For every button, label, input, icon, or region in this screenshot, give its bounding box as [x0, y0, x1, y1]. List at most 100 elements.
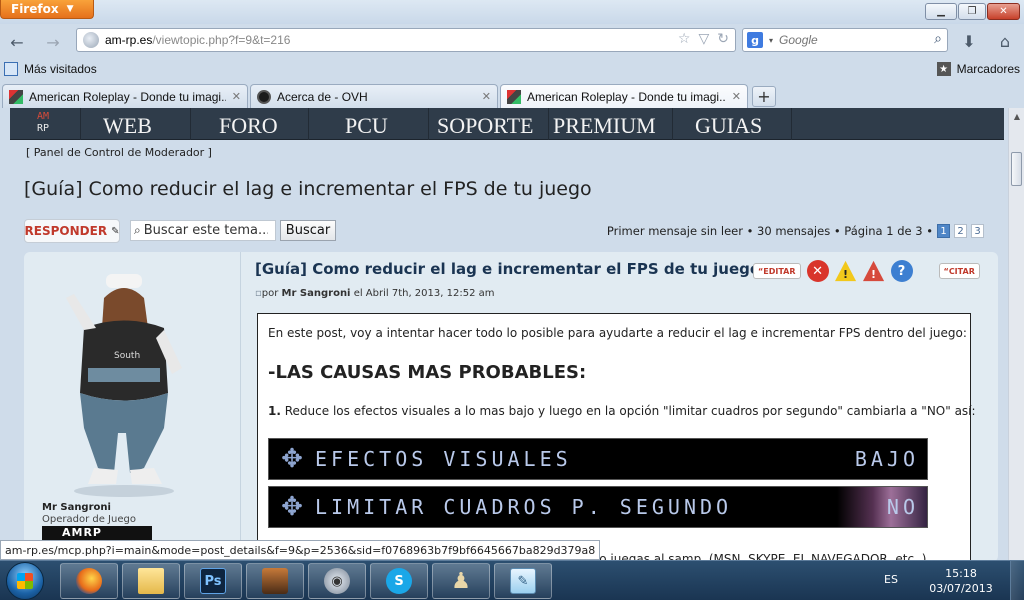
forward-button[interactable]: →	[42, 31, 64, 53]
reload-icon[interactable]: ↻	[717, 31, 729, 47]
page-3-link[interactable]: 3	[971, 224, 984, 238]
taskbar-photoshop[interactable]: Ps	[184, 563, 242, 599]
forum-post: South Mr Sangroni Operador de Juego AMRP…	[24, 252, 998, 560]
author-name[interactable]: Mr Sangroni	[42, 502, 111, 513]
status-url-tooltip: am-rp.es/mcp.php?i=main&mode=post_detail…	[0, 540, 601, 560]
page-title[interactable]: [Guía] Como reducir el lag e incrementar…	[24, 178, 592, 200]
taskbar-teamspeak[interactable]: ◉	[308, 563, 366, 599]
vertical-scrollbar[interactable]: ▲	[1008, 108, 1024, 560]
taskbar-firefox[interactable]	[60, 563, 118, 599]
moderator-panel-link[interactable]: [ Panel de Control de Moderador ]	[26, 146, 212, 159]
taskbar-skype[interactable]: S	[370, 563, 428, 599]
byline-author[interactable]: Mr Sangroni	[282, 288, 351, 299]
tab-amrp-2[interactable]: American Roleplay - Donde tu imagi... ✕	[500, 84, 748, 108]
post-intro: En este post, voy a intentar hacer todo …	[268, 326, 967, 340]
start-button[interactable]	[6, 562, 44, 600]
site-nav-guias[interactable]: GUIAS	[672, 108, 792, 140]
visual-effects-banner: ✥ EFECTOS VISUALES BAJO	[268, 438, 928, 480]
teamspeak-icon: ◉	[324, 568, 350, 594]
clock-time: 15:18	[945, 567, 977, 580]
bookmarks-toolbar: Más visitados ★ Marcadores	[0, 58, 1024, 82]
topic-search-box[interactable]: ⌕	[130, 220, 276, 241]
language-indicator[interactable]: ES	[884, 573, 898, 586]
pagination: Primer mensaje sin leer • 30 mensajes • …	[607, 224, 984, 238]
downloads-icon[interactable]: ⬇	[958, 30, 980, 52]
back-button[interactable]: ←	[6, 31, 28, 53]
most-visited-bookmark[interactable]: Más visitados	[4, 62, 97, 76]
chevron-down-icon[interactable]: ▾	[769, 36, 773, 45]
amrp-logo[interactable]: AM RP	[28, 111, 58, 137]
search-input[interactable]	[779, 33, 925, 47]
page-viewport: AM RP WEB FORO PCU SOPORTE PREMIUM GUIAS…	[0, 108, 1024, 560]
address-bar[interactable]: am-rp.es/viewtopic.php?f=9&t=216 ☆ ▽ ↻	[76, 28, 736, 52]
tab-amrp-1[interactable]: American Roleplay - Donde tu imagi... ✕	[2, 84, 248, 108]
photoshop-icon: Ps	[200, 568, 226, 594]
user-avatar[interactable]: South	[44, 258, 204, 498]
clock-date: 03/07/2013	[929, 582, 993, 595]
minimize-button[interactable]: ▁	[925, 3, 957, 20]
scrollbar-thumb[interactable]	[1011, 152, 1022, 186]
bookmarks-menu[interactable]: ★ Marcadores	[936, 62, 1020, 76]
taskbar-explorer[interactable]	[122, 563, 180, 599]
reply-button[interactable]: RESPONDER ✎	[24, 219, 120, 243]
close-tab-icon[interactable]: ✕	[732, 90, 741, 103]
home-icon[interactable]: ⌂	[994, 30, 1016, 52]
amrp-favicon	[507, 89, 521, 104]
report-icon[interactable]: !	[862, 260, 885, 282]
page-1-link[interactable]: 1	[937, 224, 950, 238]
post-content: En este post, voy a intentar hacer todo …	[257, 313, 976, 560]
windows-taskbar: Ps ◉ S ♟ ✎ ES 15:18 03/07/2013	[0, 560, 1024, 600]
game-icon	[262, 568, 288, 594]
pencil-icon: ✎	[111, 225, 120, 237]
bookmark-star-icon[interactable]: ☆	[678, 31, 691, 47]
page-2-link[interactable]: 2	[954, 224, 967, 238]
chess-icon: ♟	[451, 568, 471, 594]
rank-badge: AMRP	[42, 526, 152, 540]
site-navbar: AM RP WEB FORO PCU SOPORTE PREMIUM GUIAS	[10, 108, 1004, 140]
google-icon[interactable]: g	[747, 32, 763, 48]
search-icon: ⌕	[134, 223, 141, 237]
new-tab-button[interactable]: +	[752, 86, 776, 107]
site-nav-web[interactable]: WEB	[80, 108, 190, 140]
show-desktop-button[interactable]	[1010, 561, 1024, 600]
bookmarks-icon: ★	[936, 62, 951, 76]
tab-ovh[interactable]: Acerca de - OVH ✕	[250, 84, 498, 108]
taskbar-notepad[interactable]: ✎	[494, 563, 552, 599]
site-nav-foro[interactable]: FORO	[190, 108, 308, 140]
site-identity-icon[interactable]	[83, 32, 99, 48]
search-icon[interactable]: ⌕	[934, 31, 942, 47]
search-button[interactable]: Buscar	[280, 220, 336, 241]
site-nav-premium[interactable]: PREMIUM	[548, 108, 672, 140]
search-bar[interactable]: g ▾ ⌕	[742, 28, 948, 52]
author-rank: Operador de Juego	[42, 514, 136, 525]
restore-button[interactable]: ❐	[958, 3, 986, 20]
windows-logo-icon	[17, 573, 33, 589]
close-tab-icon[interactable]: ✕	[482, 90, 491, 103]
scroll-up-icon[interactable]: ▲	[1009, 108, 1024, 124]
site-nav-soporte[interactable]: SOPORTE	[428, 108, 548, 140]
window-titlebar: Firefox ▼ ▁ ❐ ✕	[0, 0, 1024, 24]
firefox-menu-button[interactable]: Firefox ▼	[0, 0, 94, 19]
topic-search-input[interactable]	[143, 223, 268, 238]
history-dropdown-icon[interactable]: ▽	[698, 31, 709, 47]
firefox-menu-label: Firefox	[11, 2, 59, 16]
system-clock[interactable]: 15:18 03/07/2013	[926, 566, 996, 596]
site-nav-pcu[interactable]: PCU	[308, 108, 428, 140]
post-body: [Guía] Como reducir el lag e incrementar…	[240, 252, 998, 560]
edit-button[interactable]: “EDITAR	[753, 263, 801, 279]
info-icon[interactable]: ?	[890, 260, 913, 282]
close-button[interactable]: ✕	[987, 3, 1020, 20]
quote-button[interactable]: “CITAR	[938, 263, 980, 279]
most-visited-icon	[4, 62, 18, 76]
post-partial-line: lo cuando juegas al samp. (MSN, SKYPE, E…	[548, 552, 927, 560]
svg-text:South: South	[114, 351, 140, 361]
post-icon: ▫	[255, 288, 262, 299]
delete-icon[interactable]: ✕	[806, 260, 829, 282]
taskbar-chess[interactable]: ♟	[432, 563, 490, 599]
warn-icon[interactable]: !	[834, 260, 857, 282]
close-tab-icon[interactable]: ✕	[232, 90, 241, 103]
post-heading: -LAS CAUSAS MAS PROBABLES:	[268, 362, 587, 383]
notepad-icon: ✎	[510, 568, 536, 594]
taskbar-game[interactable]	[246, 563, 304, 599]
post-subject[interactable]: [Guía] Como reducir el lag e incrementar…	[255, 260, 760, 278]
